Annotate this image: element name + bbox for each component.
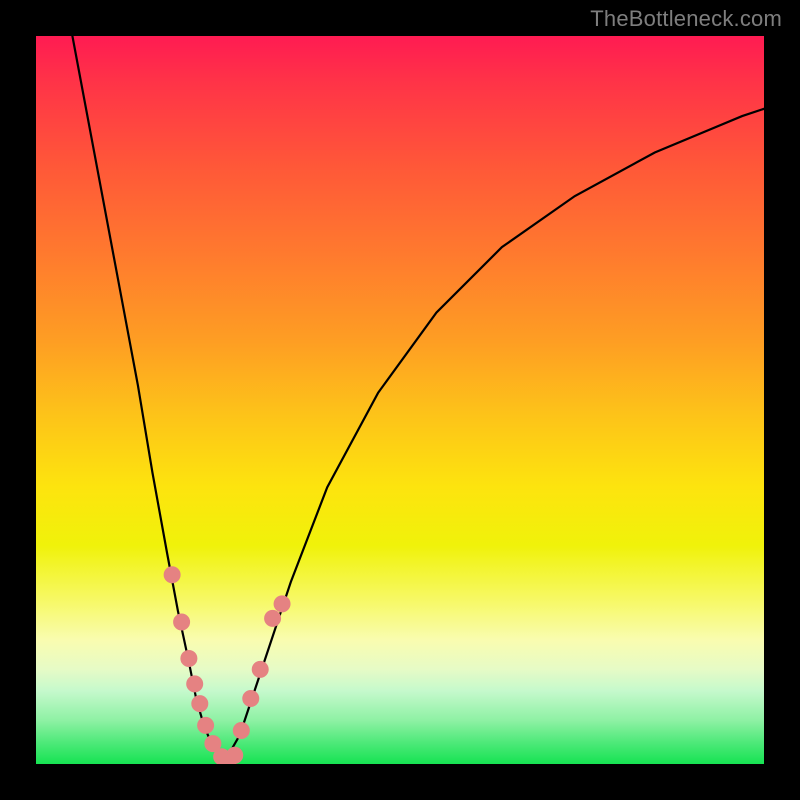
- highlight-dot: [274, 596, 290, 612]
- highlight-dot: [221, 752, 237, 764]
- highlight-dot: [214, 749, 230, 764]
- highlight-dot: [243, 690, 259, 706]
- highlight-dot: [187, 676, 203, 692]
- highlight-dot: [198, 717, 214, 733]
- highlight-dot: [164, 567, 180, 583]
- curve-overlay: [36, 36, 764, 764]
- highlight-dot: [174, 614, 190, 630]
- chart-stage: TheBottleneck.com: [0, 0, 800, 800]
- highlight-dot: [227, 747, 243, 763]
- highlight-dot: [265, 610, 281, 626]
- highlight-dot: [233, 723, 249, 739]
- highlight-dots-group: [164, 567, 290, 764]
- bottleneck-curve-left: [72, 36, 225, 760]
- highlight-dot: [205, 736, 221, 752]
- highlight-dot: [252, 661, 268, 677]
- highlight-dot: [181, 650, 197, 666]
- bottleneck-curve-right: [225, 109, 764, 761]
- plot-area: [36, 36, 764, 764]
- watermark-text: TheBottleneck.com: [590, 6, 782, 32]
- highlight-dot: [192, 696, 208, 712]
